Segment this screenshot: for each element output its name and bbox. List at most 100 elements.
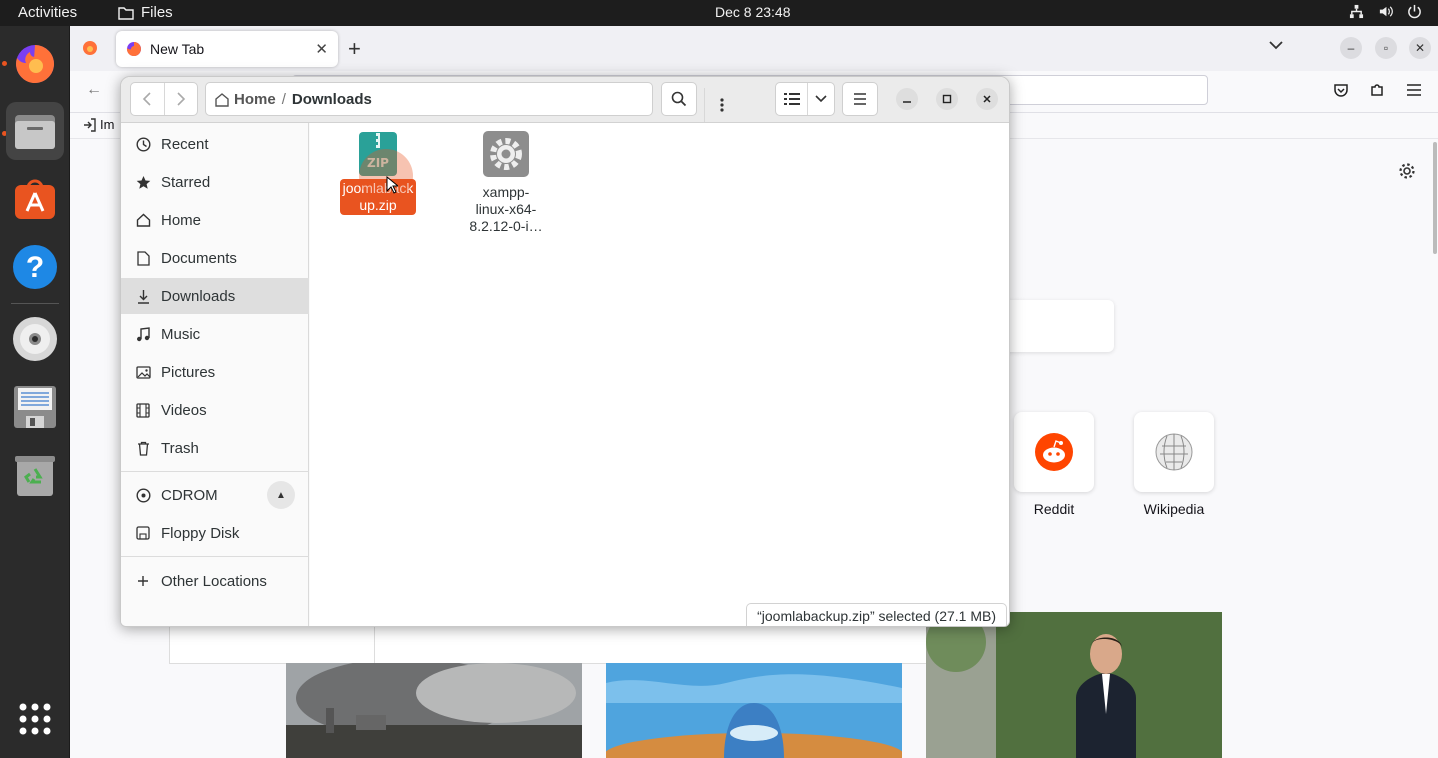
back-arrow-icon[interactable]: ← — [86, 81, 102, 99]
search-button[interactable] — [661, 82, 697, 116]
path-bar[interactable]: Home / Downloads — [205, 82, 724, 122]
list-view-button[interactable] — [776, 83, 808, 115]
minimize-button[interactable] — [896, 88, 918, 110]
activities-button[interactable]: Activities — [18, 4, 77, 21]
sidebar-item-cdrom[interactable]: CDROM ▲ — [121, 477, 309, 513]
breadcrumb-separator: / — [281, 90, 286, 108]
home-icon — [135, 212, 151, 228]
clock[interactable]: Dec 8 23:48 — [715, 4, 791, 20]
sidebar-item-label: Home — [161, 211, 202, 229]
sidebar-item-starred[interactable]: Starred — [121, 164, 309, 200]
sidebar-item-label: Documents — [161, 249, 237, 267]
floppy-disk-icon — [135, 525, 151, 541]
sidebar-item-other-locations[interactable]: Other Locations — [121, 563, 309, 599]
eject-button[interactable]: ▲ — [267, 481, 295, 509]
sidebar-item-label: Downloads — [161, 287, 236, 305]
plus-icon — [135, 573, 151, 589]
file-item-xampp-installer[interactable]: xampp-linux-x64- 8.2.12-0-i… — [461, 131, 551, 236]
maximize-button[interactable] — [936, 88, 958, 110]
chevron-left-icon — [143, 92, 152, 106]
breadcrumb-home[interactable]: Home — [214, 91, 276, 108]
tab-strip: New Tab ✕ + – ▫ ✕ — [70, 26, 1438, 71]
story-card[interactable] — [169, 624, 970, 665]
app-menu[interactable]: Files — [118, 4, 173, 21]
sidebar-item-documents[interactable]: Documents — [121, 240, 309, 276]
sidebar-item-label: Recent — [161, 135, 209, 153]
sidebar-item-recent[interactable]: Recent — [121, 126, 309, 162]
zip-archive-icon: ZIP — [333, 131, 423, 203]
app-menu-label: Files — [141, 4, 173, 21]
trash-icon[interactable] — [6, 446, 64, 504]
bookmark-import[interactable]: Im — [82, 117, 114, 132]
sidebar-item-label: Videos — [161, 401, 207, 419]
close-button[interactable]: ✕ — [1409, 37, 1431, 59]
shortcut-wikipedia[interactable] — [1134, 412, 1214, 492]
mouse-pointer-icon — [386, 176, 398, 194]
network-icon — [1349, 4, 1364, 19]
main-menu-button[interactable] — [842, 82, 878, 116]
hamburger-menu-icon — [854, 93, 866, 105]
floppy-disk-icon[interactable] — [6, 378, 64, 436]
card-divider — [374, 625, 375, 665]
reddit-icon — [1035, 433, 1073, 471]
shortcut-label: Wikipedia — [1143, 501, 1205, 517]
help-icon[interactable]: ? — [6, 238, 64, 296]
system-tray[interactable] — [1349, 4, 1422, 19]
story-image-smoke[interactable] — [286, 663, 582, 758]
file-name-line: 8.2.12-0-i… — [469, 218, 543, 234]
forward-button[interactable] — [163, 83, 197, 115]
path-menu-button[interactable] — [704, 88, 738, 122]
firefox-view-icon[interactable] — [82, 40, 98, 61]
pocket-icon[interactable] — [1333, 82, 1349, 103]
breadcrumb-current[interactable]: Downloads — [292, 91, 372, 108]
dock-separator — [11, 303, 59, 304]
picture-icon — [135, 364, 151, 380]
file-name-line: xampp- — [482, 184, 530, 200]
story-image-illustration[interactable] — [606, 663, 902, 758]
tab-title: New Tab — [150, 41, 205, 57]
cdrom-icon[interactable] — [6, 310, 64, 368]
sidebar-item-floppy-disk[interactable]: Floppy Disk — [121, 515, 309, 551]
story-image-person[interactable] — [926, 612, 1222, 758]
sidebar-item-trash[interactable]: Trash — [121, 430, 309, 466]
new-tab-button[interactable]: + — [348, 36, 361, 62]
scrollbar[interactable] — [1433, 142, 1437, 254]
executable-gear-icon — [461, 131, 551, 177]
sidebar-separator — [121, 471, 309, 472]
close-tab-icon[interactable]: ✕ — [315, 40, 328, 58]
firefox-icon[interactable] — [6, 34, 64, 92]
sidebar-item-home[interactable]: Home — [121, 202, 309, 238]
sidebar-item-label: Trash — [161, 439, 199, 457]
minimize-button[interactable]: – — [1340, 37, 1362, 59]
power-icon — [1408, 4, 1421, 19]
files-icon[interactable] — [6, 102, 64, 160]
list-tabs-chevron-icon[interactable] — [1268, 38, 1284, 56]
shortcut-reddit[interactable] — [1014, 412, 1094, 492]
sidebar-item-pictures[interactable]: Pictures — [121, 354, 309, 390]
app-menu-hamburger-icon[interactable] — [1406, 83, 1422, 102]
view-options-button[interactable] — [808, 83, 834, 115]
minimize-icon — [903, 101, 911, 103]
trash-icon — [135, 440, 151, 456]
file-item-joomlabackup[interactable]: ZIP joomlaback up.zip — [333, 131, 423, 215]
sidebar-item-label: Starred — [161, 173, 211, 191]
star-icon — [135, 174, 151, 190]
sidebar-item-videos[interactable]: Videos — [121, 392, 309, 428]
history-buttons — [130, 82, 198, 116]
close-button[interactable] — [976, 88, 998, 110]
sidebar-item-music[interactable]: Music — [121, 316, 309, 352]
selection-status: “joomlabackup.zip” selected (27.1 MB) — [746, 603, 1007, 626]
extensions-icon[interactable] — [1369, 82, 1385, 103]
settings-gear-icon[interactable] — [1398, 162, 1416, 185]
maximize-button[interactable]: ▫ — [1375, 37, 1397, 59]
file-view[interactable]: ZIP joomlaback up.zip xampp-linux-x64- 8.2… — [310, 123, 1009, 626]
back-button[interactable] — [131, 83, 164, 115]
clock-icon — [135, 136, 151, 152]
file-name: xampp-linux-x64- 8.2.12-0-i… — [466, 183, 545, 236]
app-center-icon[interactable] — [6, 170, 64, 228]
tab-new-tab[interactable]: New Tab ✕ — [116, 31, 338, 67]
view-mode-toggle[interactable] — [775, 82, 835, 116]
breadcrumb-home-label: Home — [234, 90, 276, 108]
sidebar-item-downloads[interactable]: Downloads — [121, 278, 309, 314]
show-apps-icon[interactable] — [6, 690, 64, 748]
